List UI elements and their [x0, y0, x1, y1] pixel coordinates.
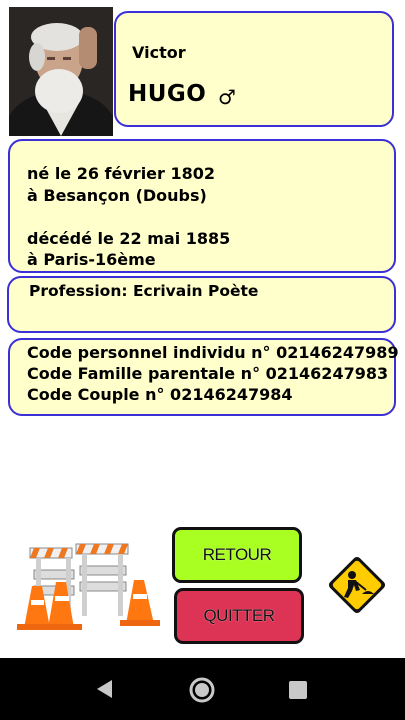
- birth-place: à Besançon (Doubs): [27, 186, 207, 205]
- last-name: HUGO: [128, 81, 207, 107]
- codes-card: Code personnel individu n° 02146247989 C…: [8, 338, 399, 416]
- quit-button[interactable]: QUITTER: [174, 588, 304, 644]
- couple-code: Code Couple n° 02146247984: [27, 385, 293, 404]
- birth-date: né le 26 février 1802: [27, 164, 216, 183]
- personal-code: Code personnel individu n° 02146247989: [27, 343, 399, 362]
- navigation-bar: [0, 658, 405, 720]
- roadwork-sign-icon: [326, 554, 388, 616]
- back-button[interactable]: RETOUR: [172, 527, 302, 583]
- death-date: décédé le 22 mai 1885: [27, 229, 231, 248]
- family-code: Code Famille parentale n° 02146247983: [27, 364, 389, 383]
- profession-card: Profession: Ecrivain Poète: [7, 276, 396, 333]
- death-place: à Paris-16ème: [27, 250, 156, 269]
- profession-text: Profession: Ecrivain Poète: [29, 282, 259, 300]
- first-name: Victor: [132, 43, 186, 62]
- construction-barriers-icon: [14, 540, 160, 632]
- home-circle-icon[interactable]: [187, 675, 217, 709]
- back-triangle-icon[interactable]: [94, 678, 116, 704]
- portrait-photo: [9, 7, 113, 136]
- name-card: Victor HUGO ♂: [114, 11, 394, 127]
- life-events-card: né le 26 février 1802 à Besançon (Doubs)…: [8, 139, 396, 273]
- male-gender-icon: ♂: [218, 85, 236, 109]
- recents-square-icon[interactable]: [288, 680, 308, 704]
